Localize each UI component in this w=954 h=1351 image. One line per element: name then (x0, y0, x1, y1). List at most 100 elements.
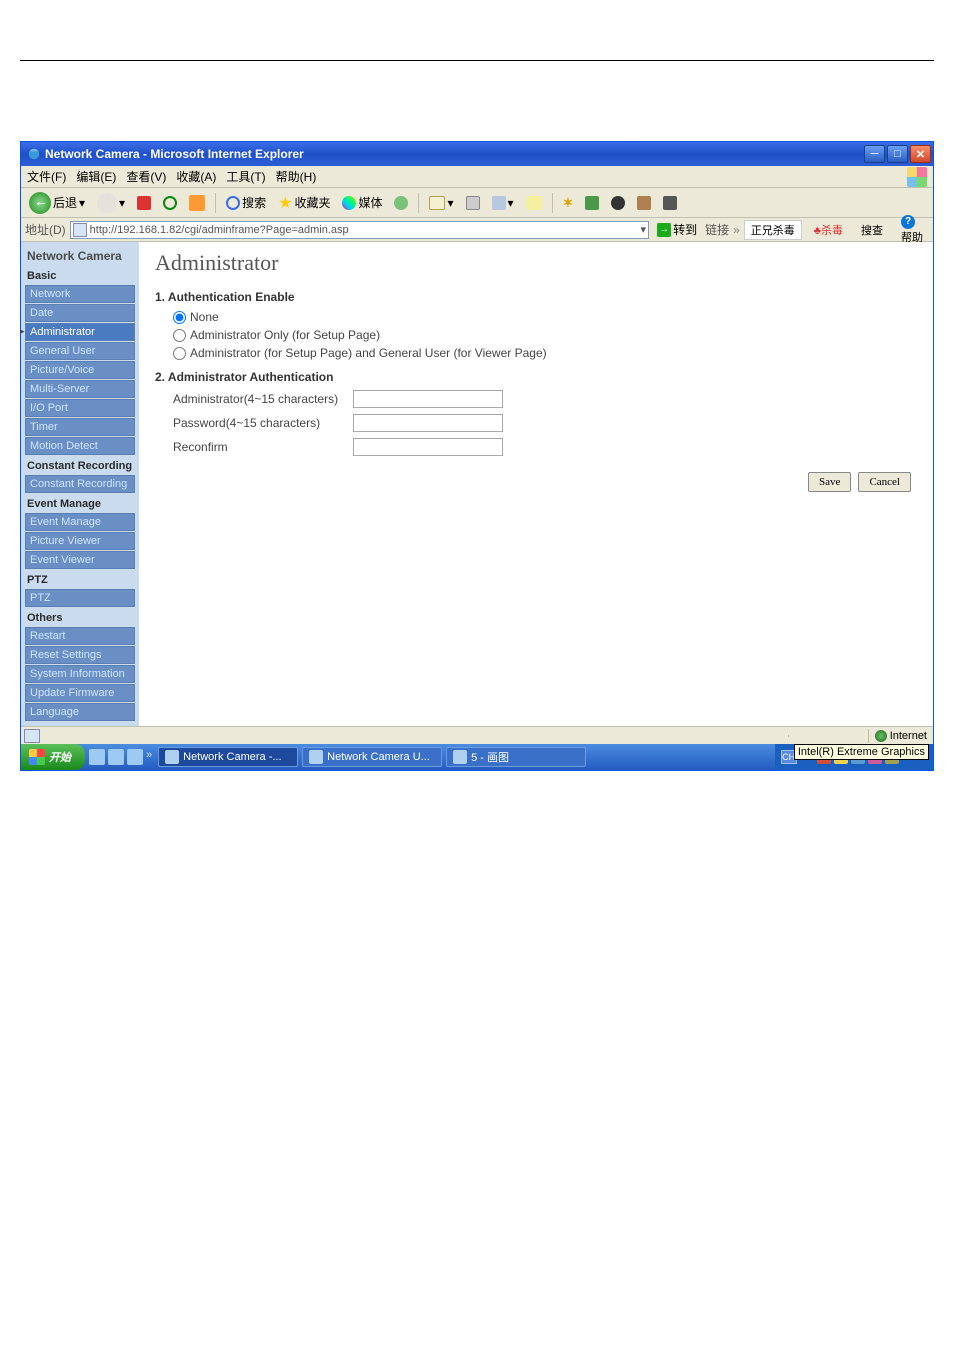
chevron-icon[interactable]: » (733, 223, 740, 237)
close-button[interactable]: ✕ (910, 145, 931, 163)
radio-admin-only-input[interactable] (173, 329, 186, 342)
extra-button-3[interactable] (607, 194, 629, 212)
print-icon (466, 196, 480, 210)
sidebar-item-ptz[interactable]: PTZ (25, 589, 135, 607)
search-button[interactable]: 搜索 (222, 192, 270, 213)
button-row: Save Cancel (155, 472, 917, 492)
sidebar-item-date[interactable]: Date (25, 304, 135, 322)
help-button[interactable]: ?帮助 (895, 214, 929, 246)
forward-button[interactable]: ▾ (93, 191, 129, 215)
back-label: 后退 (53, 194, 77, 211)
sidebar-title: Network Camera (25, 246, 135, 266)
password-input[interactable] (353, 414, 503, 432)
menu-file[interactable]: 文件(F) (27, 168, 66, 185)
start-label: 开始 (49, 749, 71, 765)
go-button[interactable]: →转到 (653, 220, 701, 239)
section-2-heading: 2. Administrator Authentication (155, 370, 917, 384)
sidebar-item-constant-recording[interactable]: Constant Recording (25, 475, 135, 493)
extra-button-2[interactable] (581, 194, 603, 212)
sidebar-item-network[interactable]: Network (25, 285, 135, 303)
menu-view[interactable]: 查看(V) (126, 168, 166, 185)
radio-none-input[interactable] (173, 311, 186, 324)
stop-button[interactable] (133, 194, 155, 212)
sou-button[interactable]: 搜查 (855, 221, 889, 239)
discuss-button[interactable] (522, 194, 546, 212)
administrator-label: Administrator(4~15 characters) (173, 392, 353, 406)
star-icon: ★ (278, 193, 292, 213)
sidebar-item-timer[interactable]: Timer (25, 418, 135, 436)
maximize-button[interactable]: □ (887, 145, 908, 163)
ball-icon (611, 196, 625, 210)
radio-admin-only[interactable]: Administrator Only (for Setup Page) (173, 328, 917, 342)
administrator-input[interactable] (353, 390, 503, 408)
sidebar-item-reset-settings[interactable]: Reset Settings (25, 646, 135, 664)
book-icon (637, 196, 651, 210)
favorites-button[interactable]: ★收藏夹 (274, 191, 334, 215)
address-input[interactable]: http://192.168.1.82/cgi/adminframe?Page=… (70, 221, 649, 239)
menu-favorites[interactable]: 收藏(A) (176, 168, 216, 185)
task-ie[interactable]: Network Camera -... (158, 747, 298, 767)
kill-button[interactable]: ♣杀毒 (808, 221, 849, 239)
save-button[interactable]: Save (808, 472, 851, 492)
sidebar-item-system-information[interactable]: System Information (25, 665, 135, 683)
history-button[interactable] (390, 194, 412, 212)
ql-desktop-icon[interactable] (108, 749, 124, 765)
sidebar-item-language[interactable]: Language (25, 703, 135, 721)
minimize-button[interactable]: ─ (864, 145, 885, 163)
radio-none[interactable]: None (173, 310, 917, 324)
search-icon (226, 196, 240, 210)
sobar-button[interactable]: 正兄杀毒 (744, 220, 802, 240)
reconfirm-input[interactable] (353, 438, 503, 456)
start-button[interactable]: 开始 (21, 744, 85, 770)
extra-button-5[interactable] (659, 194, 681, 212)
sidebar-group-ptz: PTZ (25, 570, 135, 588)
radio-none-label: None (190, 310, 219, 324)
sidebar-item-restart[interactable]: Restart (25, 627, 135, 645)
address-bar: 地址(D) http://192.168.1.82/cgi/adminframe… (21, 218, 933, 242)
edit-button[interactable]: ▾ (488, 194, 518, 212)
task-ie-label: Network Camera -... (183, 751, 281, 763)
print-button[interactable] (462, 194, 484, 212)
ql-media-icon[interactable] (127, 749, 143, 765)
radio-admin-general-input[interactable] (173, 347, 186, 360)
sidebar-item-update-firmware[interactable]: Update Firmware (25, 684, 135, 702)
menu-help[interactable]: 帮助(H) (276, 168, 317, 185)
status-zone-label: Internet (890, 730, 927, 742)
sidebar-item-multi-server[interactable]: Multi-Server (25, 380, 135, 398)
extra-button-1[interactable]: ✶ (559, 193, 578, 213)
task-word-icon (309, 750, 323, 764)
mail-button[interactable]: ▾ (425, 194, 457, 212)
back-button[interactable]: 后退 ▾ (25, 190, 89, 216)
status-spacer-box (788, 735, 868, 737)
sidebar-item-picture-voice[interactable]: Picture/Voice (25, 361, 135, 379)
refresh-button[interactable] (159, 194, 181, 212)
edit-icon (492, 196, 506, 210)
ql-ie-icon[interactable] (89, 749, 105, 765)
window-title: Network Camera - Microsoft Internet Expl… (45, 147, 862, 161)
toolbar-sep-1 (215, 193, 216, 213)
address-label: 地址(D) (25, 221, 66, 238)
task-word[interactable]: Network Camera U... (302, 747, 442, 767)
radio-admin-general[interactable]: Administrator (for Setup Page) and Gener… (173, 346, 917, 360)
statusbar: Internet Intel(R) Extreme Graphics (21, 726, 933, 744)
sidebar-item-general-user[interactable]: General User (25, 342, 135, 360)
sidebar-item-picture-viewer[interactable]: Picture Viewer (25, 532, 135, 550)
sidebar-item-io-port[interactable]: I/O Port (25, 399, 135, 417)
extra-button-4[interactable] (633, 194, 655, 212)
dropdown-icon[interactable]: ▾ (641, 223, 647, 236)
sidebar-item-event-manage[interactable]: Event Manage (25, 513, 135, 531)
task-paint[interactable]: 5 - 画图 (446, 747, 586, 767)
links-label[interactable]: 链接 (705, 221, 729, 238)
sidebar-item-administrator[interactable]: Administrator (25, 323, 135, 341)
media-button[interactable]: 媒体 (338, 192, 386, 213)
menu-tools[interactable]: 工具(T) (226, 168, 265, 185)
windows-flag-icon (29, 749, 45, 765)
titlebar: Network Camera - Microsoft Internet Expl… (21, 142, 933, 166)
ql-chevron-icon[interactable]: » (146, 749, 152, 765)
home-button[interactable] (185, 193, 209, 213)
sidebar-item-event-viewer[interactable]: Event Viewer (25, 551, 135, 569)
ie-icon (27, 147, 41, 161)
cancel-button[interactable]: Cancel (858, 472, 911, 492)
menu-edit[interactable]: 编辑(E) (76, 168, 116, 185)
sidebar-item-motion-detect[interactable]: Motion Detect (25, 437, 135, 455)
